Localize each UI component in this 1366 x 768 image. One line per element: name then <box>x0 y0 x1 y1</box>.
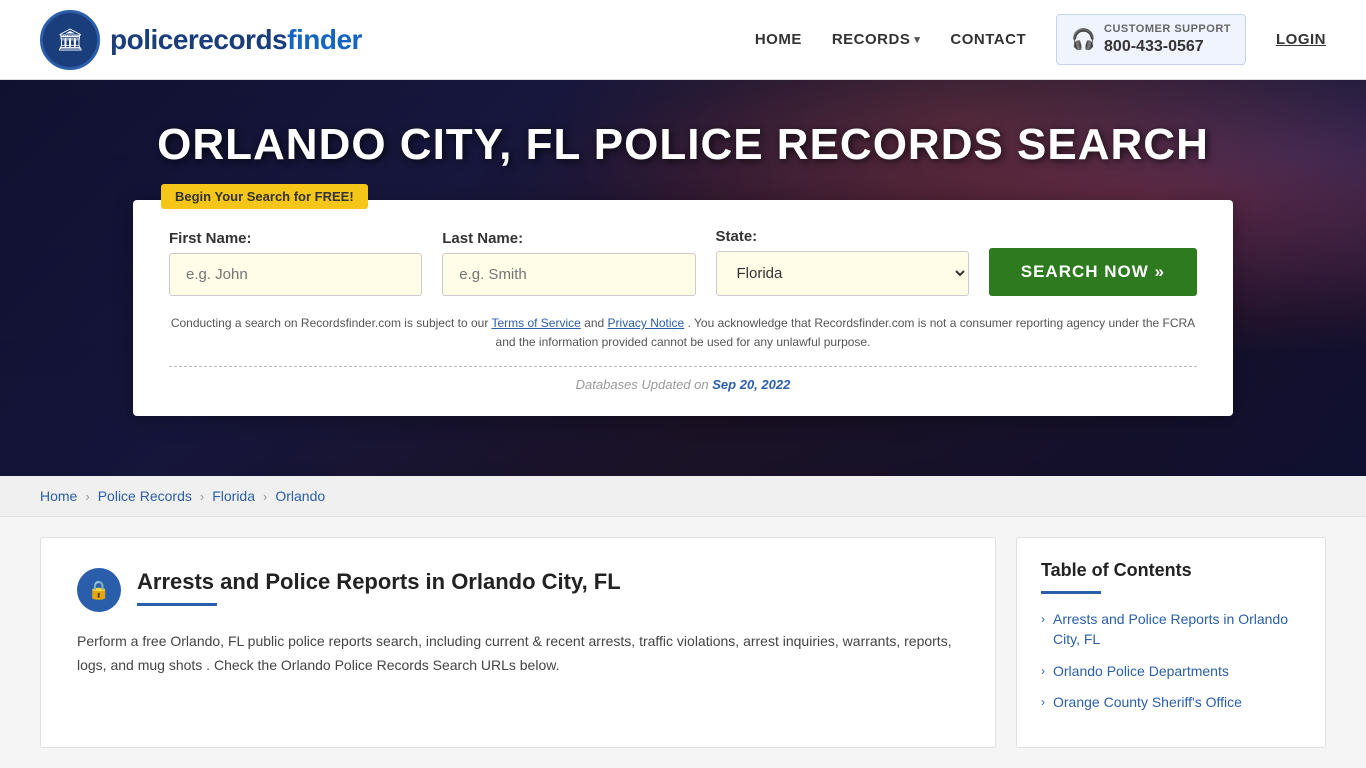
toc-chevron-3: › <box>1041 695 1045 709</box>
db-updated-label: Databases Updated on <box>576 377 713 392</box>
logo[interactable]: 🏛 policerecordsfinder <box>40 10 362 70</box>
article-icon: 🔒 <box>77 568 121 612</box>
toc-link-1[interactable]: Arrests and Police Reports in Orlando Ci… <box>1053 610 1301 649</box>
toc-chevron-1: › <box>1041 612 1045 626</box>
article-header: 🔒 Arrests and Police Reports in Orlando … <box>77 568 959 612</box>
toc-chevron-2: › <box>1041 664 1045 678</box>
db-updated-date: Sep 20, 2022 <box>712 377 790 392</box>
breadcrumb-sep-3: › <box>263 489 267 504</box>
disclaimer-text2: and <box>584 316 604 330</box>
support-info: CUSTOMER SUPPORT 800-433-0567 <box>1104 23 1231 55</box>
breadcrumb: Home › Police Records › Florida › Orland… <box>0 476 1366 517</box>
article-title-block: Arrests and Police Reports in Orlando Ci… <box>137 568 621 606</box>
toc-box: Table of Contents › Arrests and Police R… <box>1016 537 1326 747</box>
first-name-input[interactable] <box>169 253 422 296</box>
form-row: First Name: Last Name: State: Florida Al… <box>169 228 1197 296</box>
breadcrumb-sep-2: › <box>200 489 204 504</box>
hero-section: ORLANDO CITY, FL POLICE RECORDS SEARCH B… <box>0 80 1366 476</box>
logo-text-bold: finder <box>287 24 362 55</box>
toc-item-3[interactable]: › Orange County Sheriff's Office <box>1041 693 1301 713</box>
state-group: State: Florida Alabama Alaska California… <box>716 228 969 296</box>
chevron-down-icon: ▾ <box>914 33 920 46</box>
privacy-link[interactable]: Privacy Notice <box>608 316 685 330</box>
article-body: Perform a free Orlando, FL public police… <box>77 630 959 678</box>
hero-title: ORLANDO CITY, FL POLICE RECORDS SEARCH <box>157 120 1209 170</box>
form-divider <box>169 366 1197 367</box>
logo-icon: 🏛 <box>40 10 100 70</box>
article-title-underline <box>137 603 217 606</box>
nav-contact[interactable]: CONTACT <box>950 31 1026 48</box>
breadcrumb-home[interactable]: Home <box>40 488 77 504</box>
search-form-container: Begin Your Search for FREE! First Name: … <box>133 200 1233 416</box>
site-header: 🏛 policerecordsfinder HOME RECORDS ▾ CON… <box>0 0 1366 80</box>
nav-home[interactable]: HOME <box>755 31 802 48</box>
breadcrumb-current: Orlando <box>275 488 325 504</box>
shield-icon: 🔒 <box>88 580 110 601</box>
free-badge: Begin Your Search for FREE! <box>161 184 368 209</box>
last-name-group: Last Name: <box>442 230 695 296</box>
toc-link-2[interactable]: Orlando Police Departments <box>1053 662 1229 682</box>
nav-records-label: RECORDS <box>832 31 911 48</box>
db-updated: Databases Updated on Sep 20, 2022 <box>169 377 1197 392</box>
nav-login[interactable]: LOGIN <box>1276 31 1326 48</box>
logo-text: policerecordsfinder <box>110 24 362 56</box>
form-disclaimer: Conducting a search on Recordsfinder.com… <box>169 314 1197 352</box>
toc-divider <box>1041 591 1101 594</box>
logo-text-normal: policerecords <box>110 24 287 55</box>
search-now-button[interactable]: SEARCH NOW » <box>989 248 1197 296</box>
last-name-label: Last Name: <box>442 230 695 247</box>
breadcrumb-sep-1: › <box>85 489 89 504</box>
nav-records[interactable]: RECORDS ▾ <box>832 31 921 48</box>
first-name-group: First Name: <box>169 230 422 296</box>
sidebar: Table of Contents › Arrests and Police R… <box>1016 537 1326 747</box>
headphone-icon: 🎧 <box>1071 27 1096 52</box>
toc-item-1[interactable]: › Arrests and Police Reports in Orlando … <box>1041 610 1301 649</box>
article-title: Arrests and Police Reports in Orlando Ci… <box>137 568 621 597</box>
breadcrumb-police-records[interactable]: Police Records <box>98 488 192 504</box>
support-label: CUSTOMER SUPPORT <box>1104 23 1231 36</box>
state-select[interactable]: Florida Alabama Alaska California Georgi… <box>716 251 969 296</box>
first-name-label: First Name: <box>169 230 422 247</box>
breadcrumb-florida[interactable]: Florida <box>212 488 255 504</box>
toc-link-3[interactable]: Orange County Sheriff's Office <box>1053 693 1242 713</box>
content-area: 🔒 Arrests and Police Reports in Orlando … <box>0 517 1366 767</box>
toc-item-2[interactable]: › Orlando Police Departments <box>1041 662 1301 682</box>
main-nav: HOME RECORDS ▾ CONTACT 🎧 CUSTOMER SUPPOR… <box>755 14 1326 64</box>
last-name-input[interactable] <box>442 253 695 296</box>
state-label: State: <box>716 228 969 245</box>
support-number: 800-433-0567 <box>1104 37 1231 56</box>
tos-link[interactable]: Terms of Service <box>491 316 580 330</box>
main-article: 🔒 Arrests and Police Reports in Orlando … <box>40 537 996 747</box>
toc-title: Table of Contents <box>1041 560 1301 581</box>
disclaimer-text1: Conducting a search on Recordsfinder.com… <box>171 316 489 330</box>
customer-support-box: 🎧 CUSTOMER SUPPORT 800-433-0567 <box>1056 14 1246 64</box>
